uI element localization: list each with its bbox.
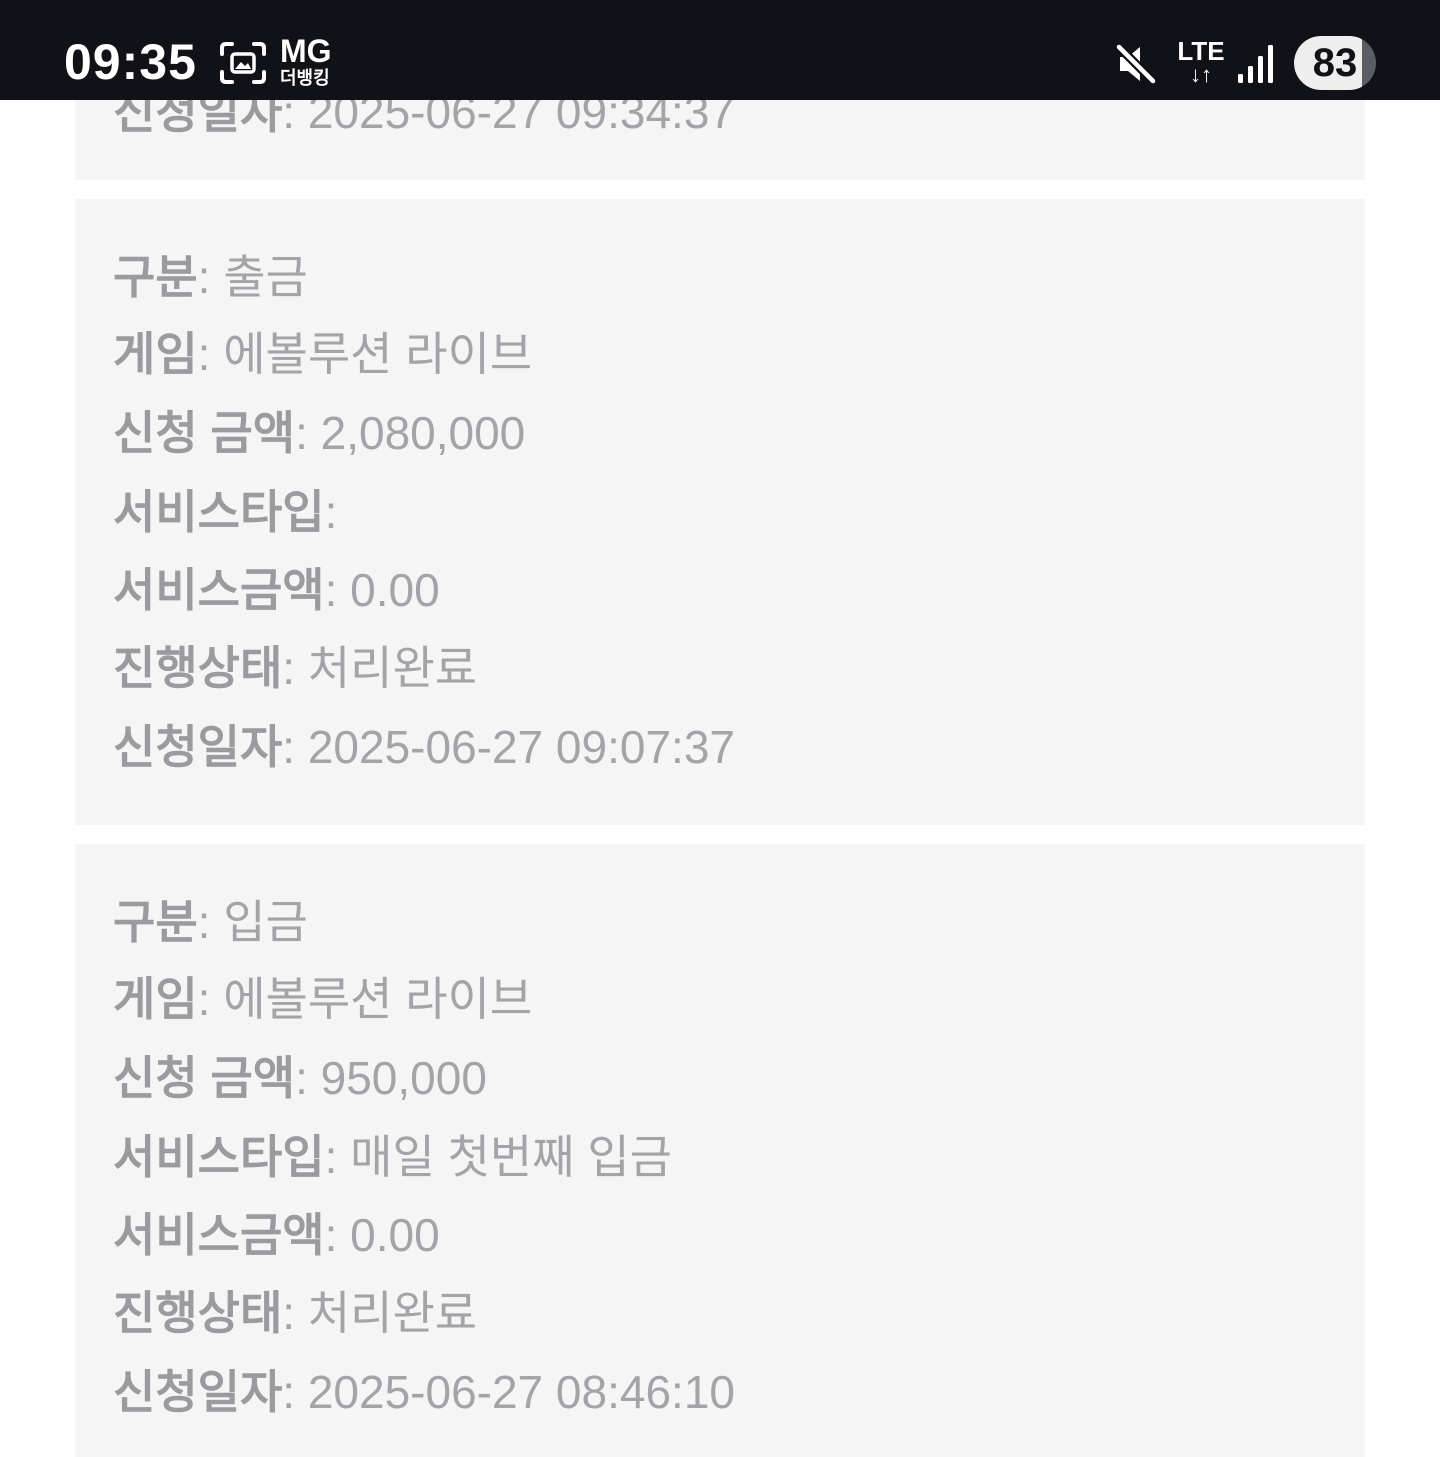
separator: : xyxy=(197,896,211,948)
separator: : xyxy=(282,1366,296,1418)
separator: : xyxy=(324,1131,338,1183)
status-value: 처리완료 xyxy=(307,642,478,694)
separator: : xyxy=(295,407,308,459)
service-amount-label: 서비스금액 xyxy=(113,1209,325,1261)
separator: : xyxy=(324,1209,338,1261)
date-row: 신청일자: 2025-06-27 09:07:37 xyxy=(113,719,735,775)
mute-icon xyxy=(1114,42,1158,86)
game-label: 게임 xyxy=(113,328,198,380)
separator: : xyxy=(295,1052,308,1104)
battery-indicator: 83 xyxy=(1294,36,1376,90)
separator: : xyxy=(324,564,338,616)
amount-label: 신청 금액 xyxy=(113,1052,296,1104)
game-label: 게임 xyxy=(113,973,198,1025)
date-row: 신청일자: 2025-06-27 08:46:10 xyxy=(113,1364,735,1420)
service-amount-value: 0.00 xyxy=(350,564,440,616)
status-label: 진행상태 xyxy=(113,1287,283,1339)
screenshot-icon xyxy=(220,42,266,84)
carrier-logo-sub: 더뱅킹 xyxy=(280,68,330,88)
separator: : xyxy=(197,973,211,1025)
status-label: 진행상태 xyxy=(113,642,283,694)
amount-row: 신청 금액: 2,080,000 xyxy=(113,405,525,461)
date-value: 2025-06-27 08:46:10 xyxy=(307,1366,735,1418)
type-row: 구분: 입금 xyxy=(113,894,308,950)
type-label: 구분 xyxy=(113,251,198,303)
separator: : xyxy=(197,251,211,303)
game-row: 게임: 에볼루션 라이브 xyxy=(113,971,532,1027)
separator: : xyxy=(282,642,296,694)
type-label: 구분 xyxy=(113,896,198,948)
transaction-card: 구분: 입금 게임: 에볼루션 라이브 신청 금액: 950,000 서비스타입… xyxy=(75,844,1365,1457)
service-amount-row: 서비스금액: 0.00 xyxy=(113,1207,440,1263)
screen: 09:35 MG 더뱅킹 LTE ↓↑ 83 신청일자: 2025-06-27 … xyxy=(0,0,1440,1457)
type-value: 출금 xyxy=(223,251,308,303)
transaction-card: 구분: 출금 게임: 에볼루션 라이브 신청 금액: 2,080,000 서비스… xyxy=(75,199,1365,825)
service-amount-label: 서비스금액 xyxy=(113,564,325,616)
game-row: 게임: 에볼루션 라이브 xyxy=(113,326,532,382)
battery-level-text: 83 xyxy=(1312,41,1358,85)
date-value: 2025-06-27 09:07:37 xyxy=(307,721,735,773)
status-row: 진행상태: 처리완료 xyxy=(113,1285,477,1341)
amount-label: 신청 금액 xyxy=(113,407,296,459)
service-amount-value: 0.00 xyxy=(350,1209,440,1261)
game-value: 에볼루션 라이브 xyxy=(223,328,533,380)
network-indicator: LTE ↓↑ xyxy=(1176,38,1226,86)
status-row: 진행상태: 처리완료 xyxy=(113,640,477,696)
separator: : xyxy=(197,328,211,380)
type-value: 입금 xyxy=(223,896,308,948)
separator: : xyxy=(282,721,296,773)
service-type-row: 서비스타입: 매일 첫번째 입금 xyxy=(113,1129,672,1185)
service-type-label: 서비스타입 xyxy=(113,486,325,538)
service-type-label: 서비스타입 xyxy=(113,1131,325,1183)
service-type-value: 매일 첫번째 입금 xyxy=(350,1131,672,1183)
amount-value: 950,000 xyxy=(320,1052,487,1104)
game-value: 에볼루션 라이브 xyxy=(223,973,533,1025)
status-bar: 09:35 MG 더뱅킹 LTE ↓↑ 83 xyxy=(0,0,1440,100)
service-amount-row: 서비스금액: 0.00 xyxy=(113,562,440,618)
carrier-logo-main: MG xyxy=(280,33,332,69)
date-label: 신청일자 xyxy=(113,721,283,773)
amount-value: 2,080,000 xyxy=(320,407,526,459)
carrier-logo: MG 더뱅킹 xyxy=(280,34,340,88)
service-type-row: 서비스타입: xyxy=(113,484,337,540)
amount-row: 신청 금액: 950,000 xyxy=(113,1050,487,1106)
status-time: 09:35 xyxy=(64,34,197,90)
signal-icon xyxy=(1238,45,1273,83)
status-value: 처리완료 xyxy=(307,1287,478,1339)
separator: : xyxy=(324,486,338,538)
network-arrows: ↓↑ xyxy=(1190,62,1212,87)
type-row: 구분: 출금 xyxy=(113,249,308,305)
date-label: 신청일자 xyxy=(113,1366,283,1418)
separator: : xyxy=(282,1287,296,1339)
network-label: LTE xyxy=(1177,36,1225,66)
